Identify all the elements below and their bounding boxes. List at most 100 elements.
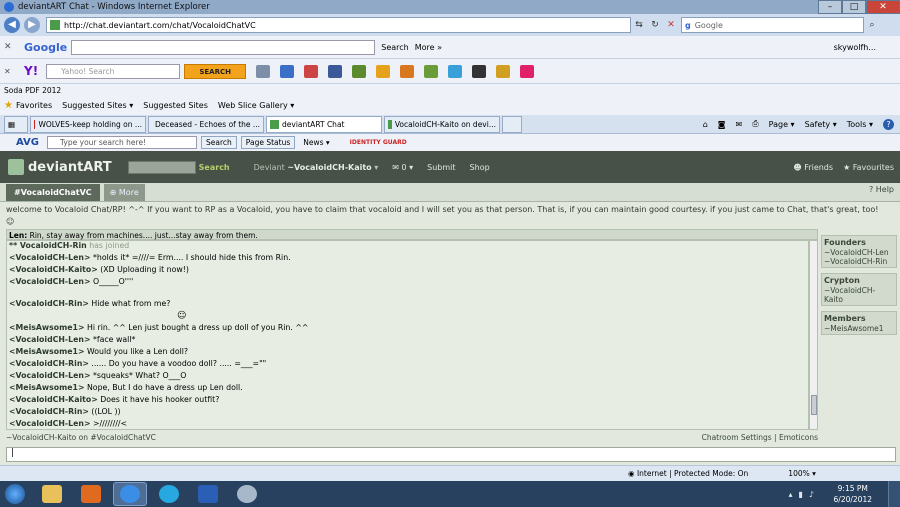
stop-icon[interactable]: ✕: [663, 17, 679, 33]
suggested-sites-2[interactable]: Suggested Sites: [143, 101, 208, 110]
flickr-icon[interactable]: [520, 64, 535, 78]
tools-menu[interactable]: Tools ▾: [847, 120, 873, 129]
favorites-button[interactable]: Favorites: [16, 101, 52, 110]
safety-menu[interactable]: Safety ▾: [805, 120, 837, 129]
da-user-menu[interactable]: Deviant ~VocaloidCH-Kaito ▾: [254, 163, 379, 172]
help-icon[interactable]: ?: [883, 118, 894, 130]
home-icon[interactable]: ⌂: [703, 120, 708, 129]
weather-icon[interactable]: [304, 64, 319, 78]
chat-input[interactable]: |: [6, 447, 896, 462]
news-icon[interactable]: [400, 64, 415, 78]
suggested-sites-1[interactable]: Suggested Sites ▾: [62, 101, 133, 110]
google-more-button[interactable]: More »: [415, 43, 442, 52]
tray-arrow-icon[interactable]: ▴: [788, 490, 792, 499]
search-go-icon[interactable]: ⌕: [864, 17, 880, 33]
back-icon[interactable]: ◀: [4, 17, 20, 33]
friends-link[interactable]: ☻ Friends: [793, 163, 833, 172]
chat-scrollbar[interactable]: [809, 240, 818, 430]
identity-guard-logo[interactable]: IDENTITY GUARD: [350, 139, 407, 146]
web-slice-gallery[interactable]: Web Slice Gallery ▾: [218, 101, 294, 110]
message-user[interactable]: <VocaloidCH-Rin>: [9, 299, 89, 308]
member-link[interactable]: ~VocaloidCH-Len: [824, 248, 894, 257]
smiley-icon[interactable]: [256, 64, 271, 78]
forward-icon[interactable]: ▶: [24, 17, 40, 33]
quick-tabs-icon[interactable]: ▦: [4, 115, 28, 133]
ie-taskbar-icon[interactable]: [113, 482, 147, 506]
chatroom-settings-links[interactable]: Chatroom Settings | Emoticons: [702, 433, 818, 442]
member-link[interactable]: ~VocaloidCH-Rin: [824, 257, 894, 266]
message-user[interactable]: <VocaloidCH-Rin>: [9, 407, 89, 416]
scrollbar-thumb[interactable]: [811, 395, 817, 415]
message-user[interactable]: <MeisAwsome1>: [9, 347, 85, 356]
member-link[interactable]: ~VocaloidCH-Kaito: [824, 286, 894, 304]
message-user[interactable]: <VocaloidCH-Len>: [9, 419, 91, 428]
maximize-button[interactable]: □: [842, 0, 866, 14]
show-desktop-button[interactable]: [888, 481, 900, 507]
channel-tab[interactable]: #VocaloidChatVC: [6, 184, 100, 201]
submit-link[interactable]: Submit: [427, 163, 455, 172]
close-toolbar-icon[interactable]: ✕: [4, 42, 18, 52]
da-logo[interactable]: deviantART: [8, 159, 112, 175]
google-user[interactable]: skywolfh...: [834, 43, 876, 52]
chat-help[interactable]: ? Help: [869, 185, 894, 194]
message-user[interactable]: <VocaloidCH-Len>: [9, 253, 91, 262]
start-button[interactable]: [0, 481, 30, 507]
minimize-button[interactable]: –: [818, 0, 842, 14]
google-search-button[interactable]: Search: [381, 43, 408, 52]
page-status-button[interactable]: Page Status: [240, 136, 296, 149]
search-box[interactable]: g Google: [681, 17, 864, 33]
message-user[interactable]: <VocaloidCH-Rin>: [9, 359, 89, 368]
shop-link[interactable]: Shop: [470, 163, 490, 172]
close-yahoo-icon[interactable]: ✕: [4, 67, 18, 76]
message-user[interactable]: <VocaloidCH-Kaito>: [9, 395, 98, 404]
security-zone[interactable]: ◉ Internet | Protected Mode: On: [628, 469, 748, 478]
sports-icon[interactable]: [424, 64, 439, 78]
volume-icon[interactable]: ♪: [809, 490, 814, 499]
yahoo-search-input[interactable]: Yahoo! Search: [46, 63, 181, 79]
skype-taskbar-icon[interactable]: [152, 482, 186, 506]
message-user[interactable]: ** VocaloidCH-Rin: [9, 241, 87, 250]
compat-icon[interactable]: ⇆: [631, 17, 647, 33]
print-icon[interactable]: ⎙: [752, 119, 758, 129]
avg-search-button[interactable]: Search: [201, 136, 237, 149]
explorer-taskbar-icon[interactable]: [35, 482, 69, 506]
zoom-level[interactable]: 100% ▾: [788, 469, 816, 478]
music-icon[interactable]: [376, 64, 391, 78]
video-icon[interactable]: [472, 64, 487, 78]
word-taskbar-icon[interactable]: [191, 482, 225, 506]
new-tab-button[interactable]: [502, 115, 522, 133]
da-search-button[interactable]: Search: [199, 163, 230, 172]
feeds-icon[interactable]: ◙: [718, 120, 726, 129]
close-button[interactable]: ✕: [866, 0, 900, 14]
member-link[interactable]: ~MeisAwsome1: [824, 324, 894, 333]
message-user[interactable]: <MeisAwsome1>: [9, 383, 85, 392]
favorites-star-icon[interactable]: ★: [4, 100, 13, 111]
paint-taskbar-icon[interactable]: [230, 482, 264, 506]
more-tab[interactable]: ⊕ More: [103, 184, 145, 201]
clock[interactable]: 9:15 PM 6/20/2012: [834, 483, 872, 505]
message-user[interactable]: <VocaloidCH-Len>: [9, 371, 91, 380]
facebook-icon[interactable]: [328, 64, 343, 78]
mail-icon[interactable]: ✉: [736, 120, 743, 129]
answers-icon[interactable]: [496, 64, 511, 78]
message-user[interactable]: <VocaloidCH-Kaito>: [9, 265, 98, 274]
news-button[interactable]: News ▾: [303, 138, 329, 147]
message-user[interactable]: <VocaloidCH-Len>: [9, 335, 91, 344]
google-search-input[interactable]: [71, 39, 376, 55]
tab-wolves[interactable]: WOLVES-keep holding on ...: [30, 115, 146, 133]
tab-deviantart-chat[interactable]: deviantART Chat: [266, 115, 382, 133]
media-player-taskbar-icon[interactable]: [74, 482, 108, 506]
tab-deceased[interactable]: Deceased - Echoes of the ...: [148, 115, 264, 133]
favourites-link[interactable]: ★ Favourites: [843, 163, 894, 172]
messages-link[interactable]: ✉ 0 ▾: [392, 163, 413, 172]
network-icon[interactable]: ▮: [798, 490, 802, 499]
tab-kaito[interactable]: VocaloidCH-Kaito on devi...: [384, 115, 500, 133]
twitter-icon[interactable]: [448, 64, 463, 78]
mail-icon[interactable]: [280, 64, 295, 78]
avg-search-input[interactable]: Type your search here!: [47, 136, 198, 149]
soda-label[interactable]: Soda PDF 2012: [4, 86, 61, 95]
da-search-input[interactable]: [127, 160, 196, 174]
url-field[interactable]: http://chat.deviantart.com/chat/Vocaloid…: [46, 17, 631, 33]
games-icon[interactable]: [352, 64, 367, 78]
message-user[interactable]: <MeisAwsome1>: [9, 323, 85, 332]
